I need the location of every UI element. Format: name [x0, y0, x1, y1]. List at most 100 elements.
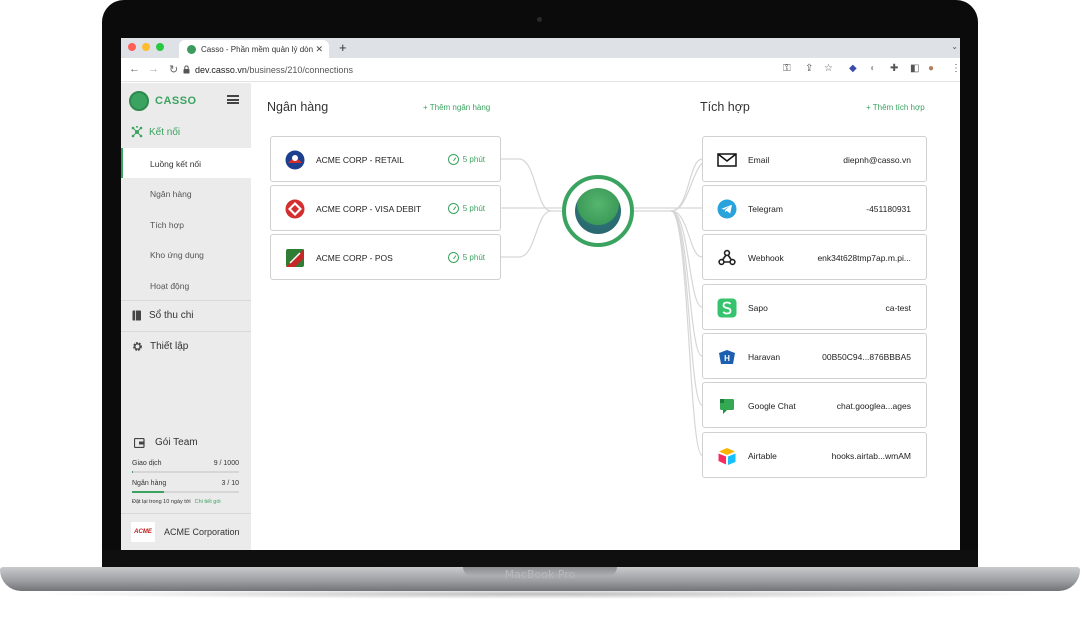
- brand-name: CASSO: [155, 95, 197, 107]
- integration-card[interactable]: Telegram -451180931: [702, 185, 927, 231]
- renew-text: Đặt lại trong 10 ngày tới Chi tiết gói: [132, 499, 221, 505]
- integration-name: Google Chat: [748, 401, 796, 411]
- tab-close-icon[interactable]: ✕: [315, 44, 323, 55]
- transactions-row: Giao dịch 9 / 1000: [132, 460, 239, 467]
- browser-tab[interactable]: Casso - Phần mềm quản lý dòn ✕: [179, 40, 329, 58]
- company-name: ACME Corporation: [164, 527, 240, 537]
- telegram-icon: [717, 199, 737, 219]
- banks-progress-fill: [132, 491, 165, 493]
- menu-icon[interactable]: ⋮: [951, 63, 960, 74]
- puzzle-icon[interactable]: ✚: [890, 63, 898, 74]
- extension-icon[interactable]: ◐: [870, 63, 876, 74]
- bank-pos-logo-icon: [286, 249, 304, 267]
- tab-title: Casso - Phần mềm quản lý dòn: [201, 45, 314, 54]
- add-integration-link[interactable]: + Thêm tích hợp: [866, 103, 925, 112]
- extension-badge-icon[interactable]: ◆: [849, 63, 857, 74]
- book-icon: [132, 310, 141, 320]
- app: CASSO Kết nối Luồng kết nối Ngân hàng Tí…: [121, 83, 960, 550]
- connections-canvas: Ngân hàng + Thêm ngân hàng Tích hợp + Th…: [251, 83, 960, 550]
- transactions-progress: [132, 471, 239, 473]
- integrations-title: Tích hợp: [700, 100, 750, 114]
- integration-card[interactable]: Airtable hooks.airtab...wmAM: [702, 432, 927, 478]
- sidebar-item-integrations[interactable]: Tích hợp: [121, 209, 251, 239]
- key-icon[interactable]: ⚿: [783, 63, 791, 74]
- forward-icon[interactable]: →: [148, 63, 159, 75]
- screen: Casso - Phần mềm quản lý dòn ✕ + ⌄ ← → ↻…: [121, 38, 960, 550]
- bank-name: ACME CORP - POS: [316, 253, 393, 263]
- integration-card[interactable]: Google Chat chat.googlea...ages: [702, 382, 927, 428]
- bank-visa-logo-icon: [285, 199, 305, 219]
- mail-icon: [717, 153, 737, 167]
- sidebar-toggle-icon[interactable]: ◧: [910, 63, 919, 74]
- maximize-window-icon[interactable]: [156, 43, 164, 51]
- bank-name: ACME CORP - VISA DEBIT: [316, 204, 422, 214]
- nav-settings-label: Thiết lập: [150, 340, 189, 352]
- tab-search-icon[interactable]: ⌄: [951, 42, 958, 51]
- plan-detail-link[interactable]: Chi tiết gói: [195, 499, 221, 505]
- new-tab-icon[interactable]: +: [339, 40, 347, 55]
- sidebar: CASSO Kết nối Luồng kết nối Ngân hàng Tí…: [121, 83, 251, 550]
- integration-card[interactable]: Webhook enk34t628tmp7ap.m.pi...: [702, 234, 927, 280]
- company-switcher[interactable]: ACME ACME Corporation: [121, 513, 251, 550]
- bank-retail-logo-icon: [285, 150, 305, 170]
- nav-connect[interactable]: Kết nối: [121, 118, 251, 146]
- airtable-icon: [718, 448, 736, 465]
- add-bank-link[interactable]: + Thêm ngân hàng: [423, 103, 490, 112]
- gear-icon: [133, 341, 142, 351]
- casso-hub: [562, 175, 634, 247]
- avatar[interactable]: ●: [928, 63, 934, 74]
- casso-logo-icon: [129, 91, 149, 111]
- close-window-icon[interactable]: [128, 43, 136, 51]
- nav-ledger[interactable]: Sổ thu chi: [121, 301, 251, 329]
- bank-card[interactable]: ACME CORP - POS 5 phút: [270, 234, 501, 280]
- hamburger-icon[interactable]: [227, 95, 239, 104]
- reload-icon[interactable]: ↻: [169, 63, 178, 76]
- share-icon[interactable]: ⇪: [805, 63, 813, 74]
- nav-settings[interactable]: Thiết lập: [121, 332, 251, 360]
- camera-icon: [537, 17, 542, 22]
- sidebar-item-activity[interactable]: Hoạt động: [121, 270, 251, 300]
- bank-card[interactable]: ACME CORP - RETAIL 5 phút: [270, 136, 501, 182]
- wallet-icon: [134, 437, 145, 448]
- integration-card[interactable]: H Haravan 00B50C94...876BBBA5: [702, 333, 927, 379]
- nav-connect-label: Kết nối: [149, 126, 181, 138]
- integration-value: 00B50C94...876BBBA5: [822, 352, 911, 362]
- integration-card[interactable]: Sapo ca-test: [702, 284, 927, 330]
- sync-status: 5 phút: [447, 154, 485, 165]
- casso-logo-icon: [575, 188, 621, 234]
- sidebar-item-app-store[interactable]: Kho ứng dụng: [121, 239, 251, 269]
- integration-value: hooks.airtab...wmAM: [831, 451, 911, 461]
- bank-card[interactable]: ACME CORP - VISA DEBIT 5 phút: [270, 185, 501, 231]
- transactions-progress-fill: [132, 471, 134, 473]
- integration-name: Email: [748, 155, 770, 165]
- minimize-window-icon[interactable]: [142, 43, 150, 51]
- lock-icon: [183, 65, 190, 74]
- webhook-icon: [718, 249, 736, 266]
- sync-status: 5 phút: [447, 252, 485, 263]
- back-icon[interactable]: ←: [129, 63, 140, 75]
- timer-icon: [447, 154, 459, 165]
- integration-name: Webhook: [748, 253, 784, 263]
- bookmark-star-icon[interactable]: ☆: [824, 63, 833, 74]
- integration-value: -451180931: [866, 204, 911, 214]
- integration-card[interactable]: Email diepnh@casso.vn: [702, 136, 927, 182]
- brand[interactable]: CASSO: [129, 90, 197, 112]
- banks-row: Ngân hàng 3 / 10: [132, 480, 239, 487]
- google-chat-icon: [720, 399, 734, 414]
- device-label: MacBook Pro: [504, 568, 576, 581]
- sidebar-item-flows[interactable]: Luồng kết nối: [121, 148, 251, 178]
- svg-text:H: H: [724, 354, 730, 363]
- casso-favicon-icon: [187, 45, 196, 54]
- integration-value: diepnh@casso.vn: [843, 155, 911, 165]
- laptop-bezel: [102, 550, 978, 568]
- timer-icon: [447, 252, 459, 263]
- integration-value: ca-test: [885, 303, 911, 313]
- url-input[interactable]: dev.casso.vn/business/210/connections: [195, 65, 353, 75]
- timer-icon: [447, 203, 459, 214]
- integration-value: chat.googlea...ages: [836, 401, 911, 411]
- sidebar-item-banks[interactable]: Ngân hàng: [121, 178, 251, 208]
- integration-name: Telegram: [748, 204, 783, 214]
- haravan-icon: H: [719, 350, 735, 364]
- sync-status: 5 phút: [447, 203, 485, 214]
- integration-value: enk34t628tmp7ap.m.pi...: [817, 253, 911, 263]
